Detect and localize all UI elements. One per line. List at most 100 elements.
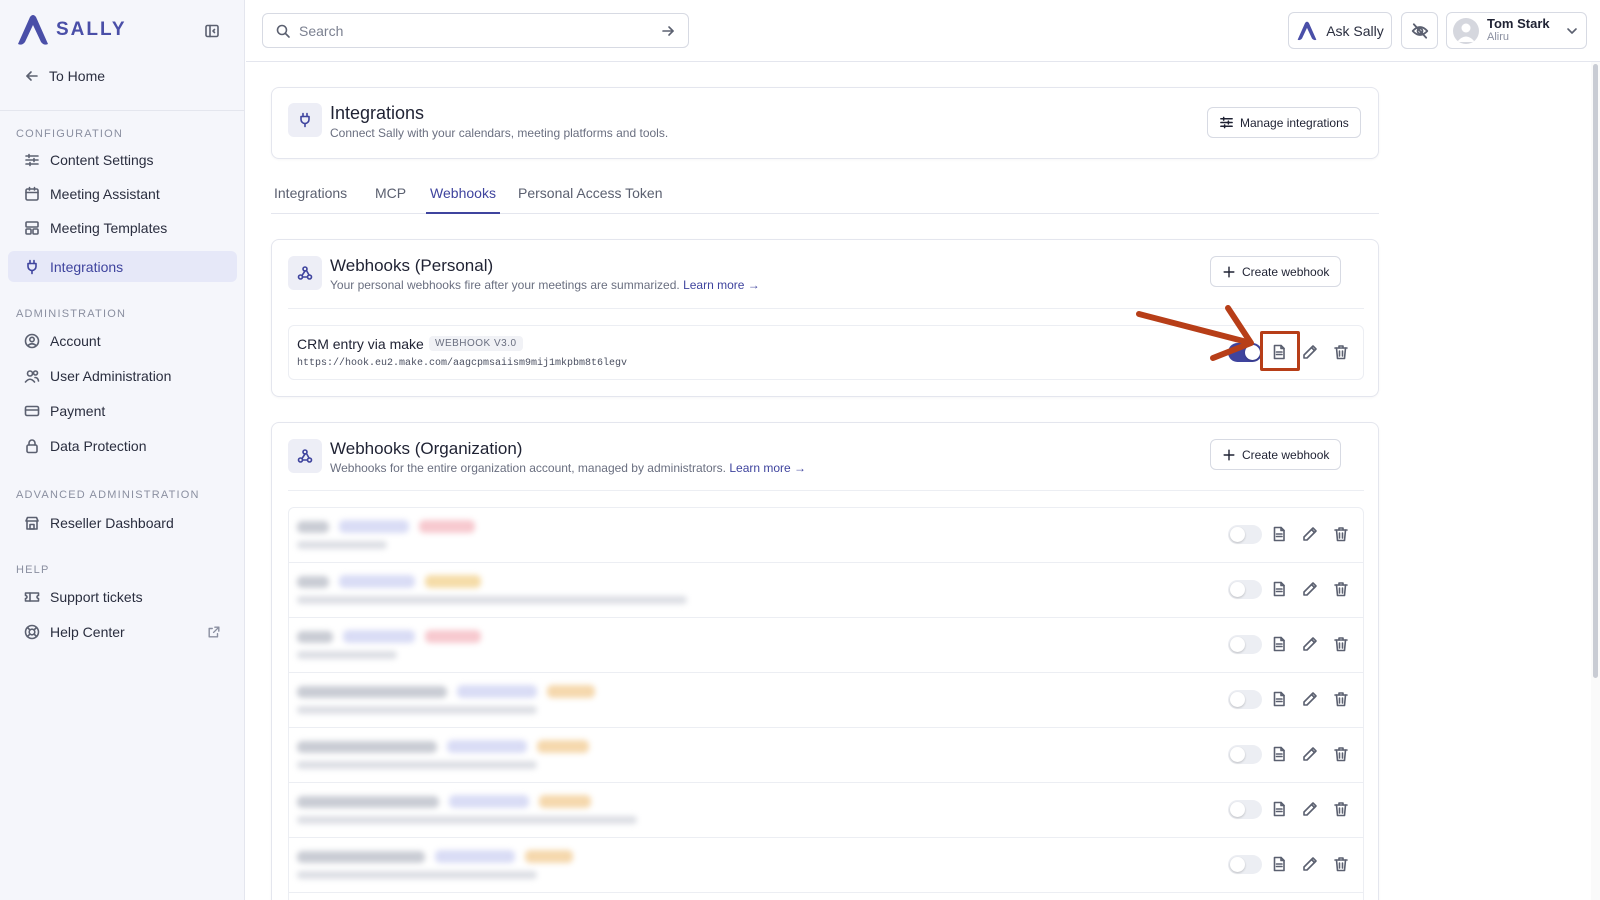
pencil-icon: [1303, 345, 1317, 359]
webhook-edit-button[interactable]: [1299, 578, 1321, 600]
webhook-enabled-toggle[interactable]: [1228, 855, 1262, 874]
webhook-delete-button[interactable]: [1330, 743, 1352, 765]
user-circle-icon: [24, 333, 40, 348]
redacted-badge: [447, 740, 527, 753]
webhook-delete-button[interactable]: [1330, 578, 1352, 600]
to-home-link[interactable]: To Home: [24, 68, 105, 84]
tab-personal-access-token[interactable]: Personal Access Token: [518, 181, 663, 214]
table-row: [289, 783, 1363, 838]
webhook-enabled-toggle[interactable]: [1228, 635, 1262, 654]
pencil-icon: [1303, 857, 1317, 871]
webhook-icon-box: [288, 256, 322, 290]
webhook-delete-button[interactable]: [1330, 853, 1352, 875]
plus-icon: [1223, 448, 1235, 461]
tab-webhooks[interactable]: Webhooks: [426, 181, 500, 214]
webhook-enabled-toggle[interactable]: [1228, 690, 1262, 709]
webhook-delete-button[interactable]: [1330, 341, 1352, 363]
privacy-toggle-button[interactable]: [1401, 12, 1438, 49]
document-icon: [1273, 526, 1285, 542]
search-input[interactable]: [299, 22, 652, 39]
webhook-edit-button[interactable]: [1299, 633, 1321, 655]
personal-webhooks-description: Your personal webhooks fire after your m…: [330, 278, 760, 292]
webhook-edit-button[interactable]: [1299, 523, 1321, 545]
annotation-highlight-box: [1260, 331, 1300, 371]
search-box[interactable]: [262, 13, 689, 48]
webhook-icon: [297, 266, 313, 280]
collapse-sidebar-button[interactable]: [204, 23, 222, 41]
sidebar-item-meeting-assistant[interactable]: Meeting Assistant: [8, 178, 237, 209]
sidebar-item-content-settings[interactable]: Content Settings: [8, 144, 237, 175]
table-row: [289, 508, 1363, 563]
personal-webhooks-title: Webhooks (Personal): [330, 256, 494, 275]
webhook-logs-button[interactable]: [1268, 853, 1290, 875]
webhook-logs-button[interactable]: [1268, 633, 1290, 655]
create-webhook-button[interactable]: Create webhook: [1210, 256, 1342, 287]
webhook-delete-button[interactable]: [1330, 523, 1352, 545]
user-menu[interactable]: Tom Stark Aliru: [1446, 12, 1587, 49]
webhook-url: https://hook.eu2.make.com/aagcpmsaiism9m…: [297, 358, 628, 369]
to-home-label: To Home: [49, 68, 106, 84]
redacted-status: [525, 850, 573, 863]
integrations-header-card: Integrations Connect Sally with your cal…: [271, 87, 1379, 159]
webhook-icon-box: [288, 439, 322, 473]
document-icon: [1273, 581, 1285, 597]
scrollbar-thumb[interactable]: [1593, 64, 1598, 678]
document-icon: [1273, 856, 1285, 872]
sidebar-item-user-administration[interactable]: User Administration: [8, 360, 237, 391]
webhook-delete-button[interactable]: [1330, 688, 1352, 710]
sidebar-item-support-tickets[interactable]: Support tickets: [8, 581, 237, 612]
redacted-name: [297, 521, 329, 533]
sidebar: SALLY To Home CONFIGURATION Content Sett…: [0, 0, 245, 900]
webhook-name: CRM entry via make: [297, 336, 424, 352]
tab-integrations[interactable]: Integrations: [274, 181, 347, 214]
users-icon: [24, 369, 40, 383]
arrow-right-icon[interactable]: [660, 23, 676, 39]
sidebar-item-label: Integrations: [50, 258, 124, 275]
webhook-enabled-toggle[interactable]: [1228, 745, 1262, 764]
sidebar-item-payment[interactable]: Payment: [8, 395, 237, 426]
webhook-logs-button[interactable]: [1268, 523, 1290, 545]
manage-integrations-button[interactable]: Manage integrations: [1207, 107, 1361, 138]
webhook-delete-button[interactable]: [1330, 633, 1352, 655]
sliders-icon: [1220, 116, 1233, 129]
webhook-delete-button[interactable]: [1330, 798, 1352, 820]
tab-mcp[interactable]: MCP: [375, 181, 406, 214]
webhook-edit-button[interactable]: [1299, 688, 1321, 710]
webhook-edit-button[interactable]: [1299, 853, 1321, 875]
sidebar-item-label: Content Settings: [50, 151, 154, 168]
brand-logo[interactable]: SALLY: [16, 14, 127, 46]
description-text: Webhooks for the entire organization acc…: [330, 461, 726, 475]
pencil-icon: [1303, 637, 1317, 651]
sidebar-item-meeting-templates[interactable]: Meeting Templates: [8, 212, 237, 243]
table-row: [289, 563, 1363, 618]
plus-icon: [1223, 265, 1235, 278]
sidebar-item-data-protection[interactable]: Data Protection: [8, 430, 237, 461]
webhook-enabled-toggle[interactable]: [1228, 580, 1262, 599]
learn-more-link[interactable]: Learn more →: [683, 278, 760, 292]
sidebar-item-reseller-dashboard[interactable]: Reseller Dashboard: [8, 507, 237, 538]
sidebar-item-account[interactable]: Account: [8, 325, 237, 356]
redacted-url: [297, 706, 537, 714]
webhook-edit-button[interactable]: [1299, 798, 1321, 820]
webhook-enabled-toggle[interactable]: [1228, 800, 1262, 819]
sliders-icon: [25, 153, 39, 166]
trash-icon: [1334, 747, 1348, 762]
webhook-logs-button[interactable]: [1268, 578, 1290, 600]
learn-more-link[interactable]: Learn more →: [729, 461, 806, 475]
webhook-icon: [297, 449, 313, 463]
webhook-enabled-toggle[interactable]: [1228, 525, 1262, 544]
ask-sally-button[interactable]: Ask Sally: [1288, 12, 1392, 49]
webhook-logs-button[interactable]: [1268, 688, 1290, 710]
create-webhook-button[interactable]: Create webhook: [1210, 439, 1342, 470]
organization-webhooks-description: Webhooks for the entire organization acc…: [330, 461, 806, 475]
redacted-status: [425, 575, 481, 588]
pencil-icon: [1303, 747, 1317, 761]
webhook-edit-button[interactable]: [1299, 341, 1321, 363]
webhook-edit-button[interactable]: [1299, 743, 1321, 765]
sidebar-item-label: Help Center: [50, 623, 125, 640]
webhook-logs-button[interactable]: [1268, 798, 1290, 820]
organization-webhooks-card: Webhooks (Organization) Webhooks for the…: [271, 422, 1379, 900]
sidebar-item-integrations[interactable]: Integrations: [8, 251, 237, 282]
sidebar-item-help-center[interactable]: Help Center: [8, 616, 237, 647]
webhook-logs-button[interactable]: [1268, 743, 1290, 765]
